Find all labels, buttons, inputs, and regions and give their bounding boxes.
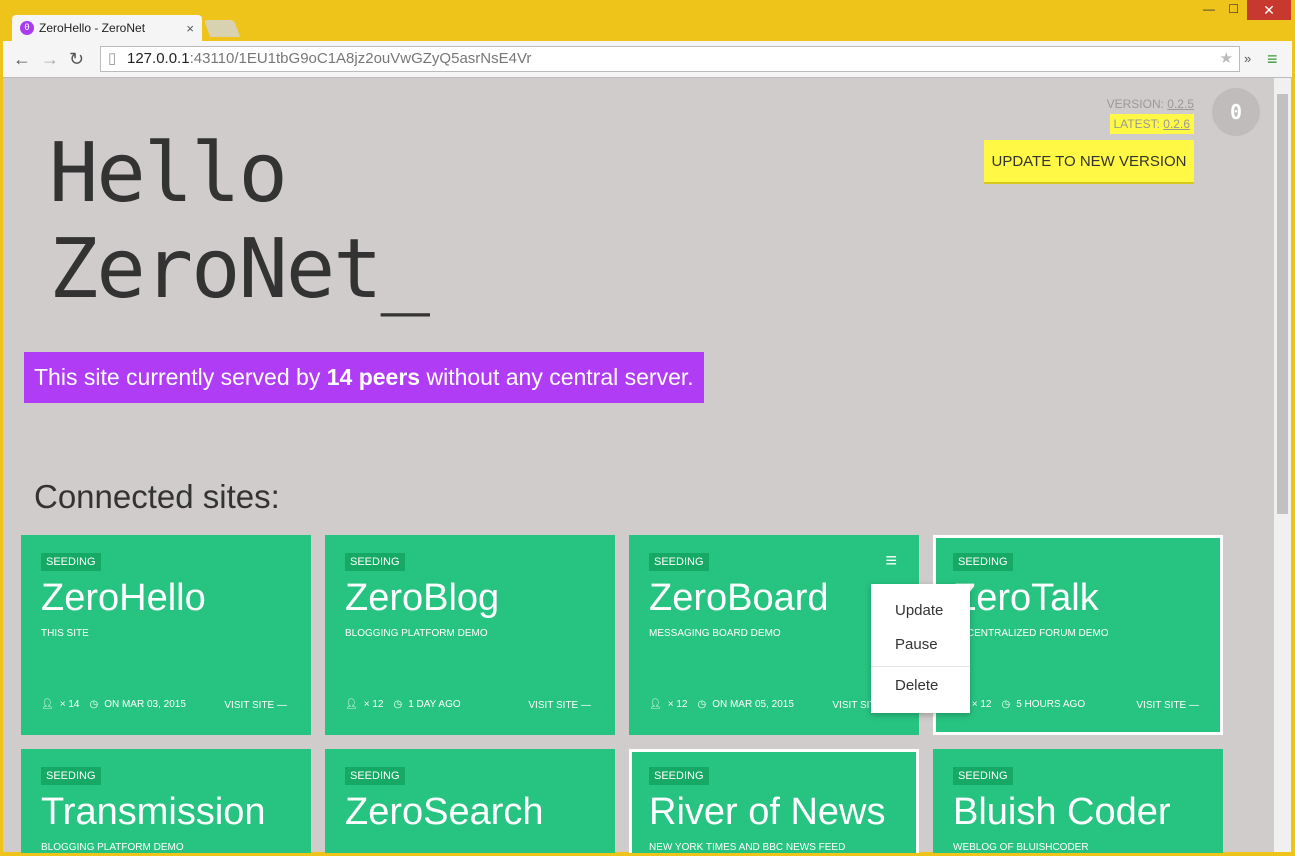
menu-item-update[interactable]: Update — [871, 594, 970, 628]
user-icon: 👤︎ — [649, 699, 662, 710]
site-title[interactable]: River of News — [649, 789, 886, 835]
site-description: DECENTRALIZED FORUM DEMO — [953, 628, 1109, 639]
visit-site-link[interactable]: VISIT SITE — — [224, 700, 287, 711]
site-card[interactable]: SEEDING ZeroBlog BLOGGING PLATFORM DEMO 👤… — [325, 535, 615, 735]
site-title[interactable]: ZeroSearch — [345, 789, 544, 835]
site-stats: 👤︎ × 12 ◷ 1 DAY AGO — [345, 699, 461, 710]
maximize-icon[interactable]: ☐ — [1228, 2, 1239, 16]
menu-item-delete[interactable]: Delete — [871, 669, 970, 703]
back-icon[interactable]: ← — [13, 49, 31, 70]
url-path: :43110/1EU1tbG9oC1A8jz2ouVwGZyQ5asrNsE4V… — [190, 50, 532, 67]
peer-count: × 12 — [364, 699, 384, 710]
notification-badge[interactable]: 0 — [1212, 88, 1260, 136]
clock-icon: ◷ — [697, 699, 706, 710]
site-card[interactable]: SEEDING River of News NEW YORK TIMES AND… — [629, 749, 919, 853]
site-title[interactable]: ZeroBlog — [345, 575, 499, 621]
user-icon: 👤︎ — [41, 699, 54, 710]
site-menu-icon[interactable]: ≡ — [885, 553, 897, 569]
site-context-menu: Update Pause Delete — [871, 584, 970, 713]
browser-tab[interactable]: 0 ZeroHello - ZeroNet × — [12, 15, 202, 41]
site-description: WEBLOG OF BLUISHCODER — [953, 842, 1089, 853]
peers-banner: This site currently served by 14 peers w… — [24, 352, 704, 403]
update-version-button[interactable]: UPDATE TO NEW VERSION — [984, 140, 1194, 182]
site-card[interactable]: SEEDING Bluish Coder WEBLOG OF BLUISHCOD… — [933, 749, 1223, 853]
site-title[interactable]: ZeroBoard — [649, 575, 829, 621]
version-link[interactable]: 0.2.5 — [1167, 97, 1194, 111]
browser-toolbar: ← → ↻ ▯ 127.0.0.1:43110/1EU1tbG9oC1A8jz2o… — [3, 41, 1292, 78]
status-badge: SEEDING — [41, 553, 101, 571]
site-title[interactable]: ZeroHello — [41, 575, 206, 621]
status-badge: SEEDING — [953, 553, 1013, 571]
site-title[interactable]: Bluish Coder — [953, 789, 1171, 835]
peer-count: × 14 — [60, 699, 80, 710]
user-icon: 👤︎ — [345, 699, 358, 710]
menu-divider — [871, 666, 970, 667]
site-stats: 👤︎× 12◷5 HOURS AGO — [953, 699, 1085, 710]
clock-icon: ◷ — [1001, 699, 1010, 710]
peer-count: × 12 — [972, 699, 992, 710]
tab-title: ZeroHello - ZeroNet — [39, 21, 145, 35]
modified-date: ON MAR 05, 2015 — [712, 699, 794, 710]
version-info: VERSION: 0.2.5 LATEST: 0.2.6 — [1107, 94, 1194, 134]
new-tab-button[interactable] — [204, 20, 240, 37]
menu-icon[interactable]: ≡ — [1267, 49, 1278, 70]
clock-icon: ◷ — [89, 699, 98, 710]
site-stats: 👤︎ × 14 ◷ ON MAR 03, 2015 — [41, 699, 186, 710]
forward-icon[interactable]: → — [41, 49, 59, 70]
status-badge: SEEDING — [649, 767, 709, 785]
visit-site-link[interactable]: VISIT SITE — — [528, 700, 591, 711]
address-bar[interactable]: ▯ 127.0.0.1:43110/1EU1tbG9oC1A8jz2ouVwGZy… — [100, 46, 1240, 72]
page-content: HelloZeroNet_ This site currently served… — [3, 78, 1274, 852]
site-title[interactable]: ZeroTalk — [953, 575, 1099, 621]
site-card[interactable]: SEEDING ZeroTalk DECENTRALIZED FORUM DEM… — [933, 535, 1223, 735]
scrollbar-thumb[interactable] — [1277, 94, 1288, 514]
vertical-scrollbar[interactable] — [1274, 78, 1291, 852]
site-description: THIS SITE — [41, 628, 89, 639]
star-icon[interactable]: ★ — [1220, 47, 1233, 71]
site-card[interactable]: SEEDING ZeroSearch — [325, 749, 615, 853]
menu-item-pause[interactable]: Pause — [871, 628, 970, 662]
site-description: MESSAGING BOARD DEMO — [649, 628, 781, 639]
latest-version-link[interactable]: 0.2.6 — [1163, 117, 1190, 131]
reload-icon[interactable]: ↻ — [69, 49, 84, 70]
status-badge: SEEDING — [345, 767, 405, 785]
status-badge: SEEDING — [953, 767, 1013, 785]
site-description: NEW YORK TIMES AND BBC NEWS FEED — [649, 842, 845, 853]
site-card[interactable]: SEEDING ZeroHello THIS SITE 👤︎ × 14 ◷ ON MAR… — [21, 535, 311, 735]
clock-icon: ◷ — [393, 699, 402, 710]
close-window-icon[interactable]: ✕ — [1247, 0, 1291, 20]
site-description: BLOGGING PLATFORM DEMO — [345, 628, 488, 639]
url-host: 127.0.0.1 — [127, 50, 190, 67]
connected-sites-heading: Connected sites: — [34, 478, 280, 516]
site-description: BLOGGING PLATFORM DEMO — [41, 842, 184, 853]
site-title[interactable]: Transmission — [41, 789, 266, 835]
site-stats: 👤︎ × 12 ◷ ON MAR 05, 2015 — [649, 699, 794, 710]
status-badge: SEEDING — [649, 553, 709, 571]
extensions-chevron-icon[interactable]: » — [1244, 51, 1251, 66]
minimize-icon[interactable]: — — [1203, 2, 1215, 16]
hello-heading: HelloZeroNet_ — [49, 126, 428, 318]
peer-count: × 12 — [668, 699, 688, 710]
site-card[interactable]: SEEDING Transmission BLOGGING PLATFORM D… — [21, 749, 311, 853]
modified-date: ON MAR 03, 2015 — [104, 699, 186, 710]
page-icon: ▯ — [108, 47, 116, 71]
status-badge: SEEDING — [41, 767, 101, 785]
browser-window: 0 ZeroHello - ZeroNet × — ☐ ✕ ← → ↻ ▯ 127.0… — [0, 0, 1295, 856]
zeronet-favicon: 0 — [20, 21, 34, 35]
modified-date: 5 HOURS AGO — [1016, 699, 1085, 710]
modified-date: 1 DAY AGO — [408, 699, 460, 710]
visit-site-link[interactable]: VISIT SITE — — [1136, 700, 1199, 711]
status-badge: SEEDING — [345, 553, 405, 571]
close-tab-icon[interactable]: × — [186, 21, 194, 36]
